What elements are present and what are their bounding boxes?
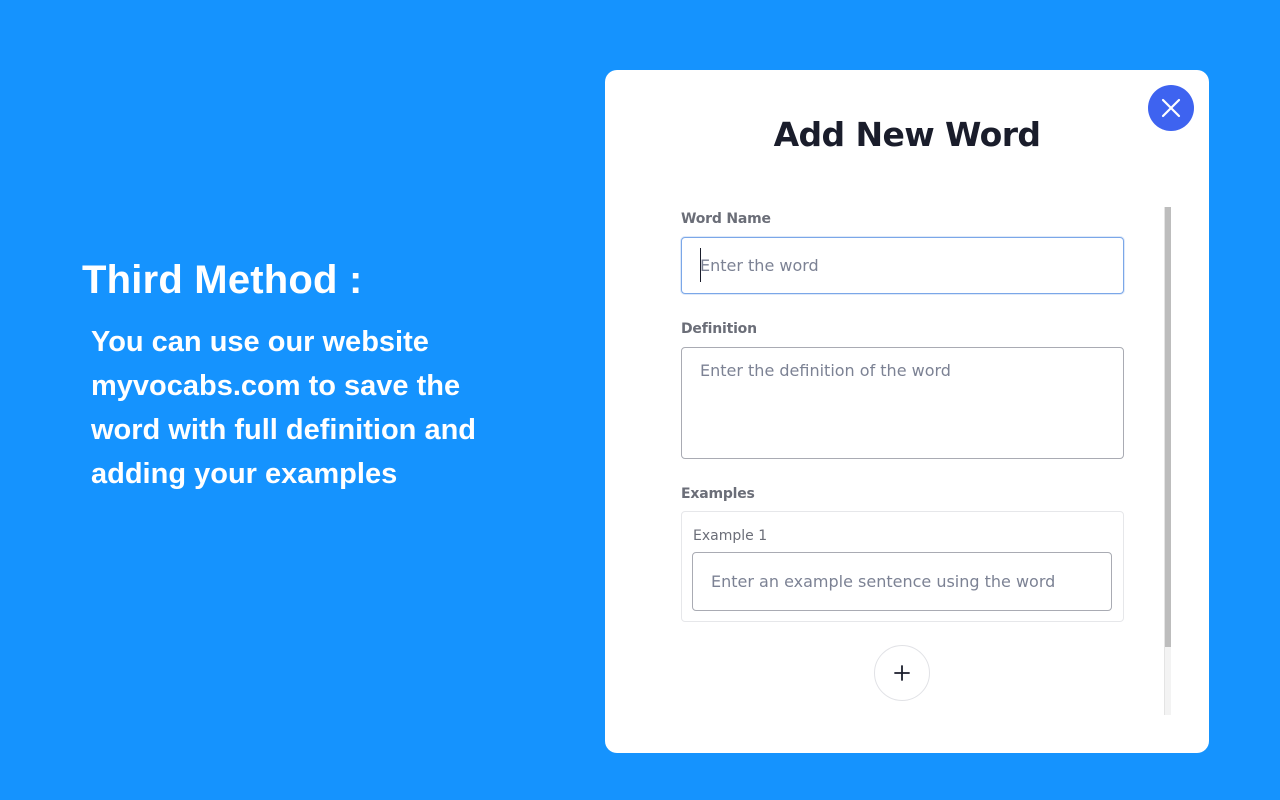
add-word-modal: Add New Word Word Name Definition Exampl… xyxy=(605,70,1209,753)
example-label: Example 1 xyxy=(693,528,768,544)
plus-icon xyxy=(893,664,911,682)
word-name-input[interactable] xyxy=(681,237,1124,294)
modal-title: Add New Word xyxy=(773,115,1041,154)
word-name-label: Word Name xyxy=(681,211,771,227)
text-caret xyxy=(700,248,701,282)
definition-label: Definition xyxy=(681,321,757,337)
promo-title: Third Method : xyxy=(82,258,363,302)
form-scroll-area: Word Name Definition Examples Example 1 xyxy=(605,207,1209,715)
add-example-button[interactable] xyxy=(874,645,930,701)
example-input[interactable] xyxy=(692,552,1112,611)
scrollbar-track[interactable] xyxy=(1164,207,1171,715)
promo-description: You can use our website myvocabs.com to … xyxy=(91,326,477,490)
scrollbar-thumb[interactable] xyxy=(1165,207,1171,647)
definition-input[interactable] xyxy=(681,347,1124,459)
examples-label: Examples xyxy=(681,486,755,502)
example-card: Example 1 xyxy=(681,511,1124,622)
